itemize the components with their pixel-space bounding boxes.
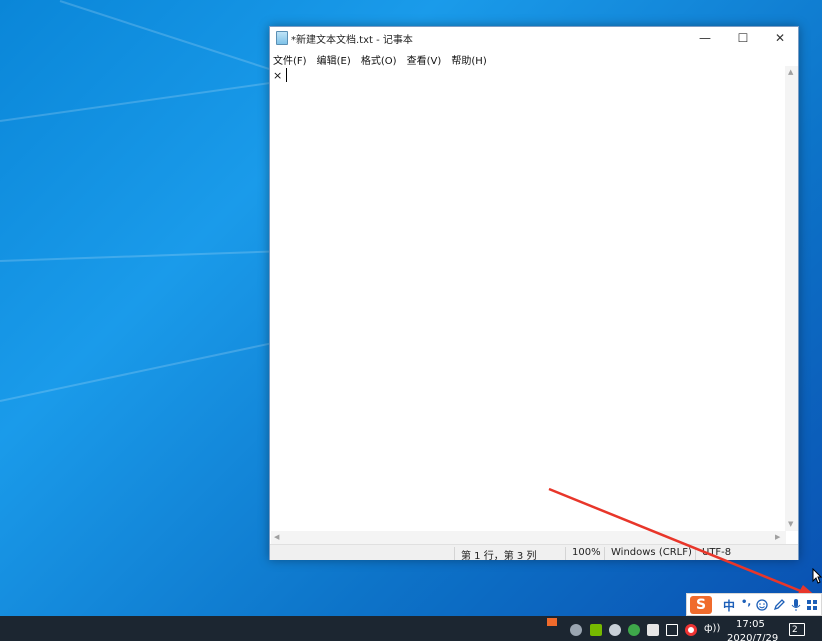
mic-icon[interactable] [791, 598, 801, 612]
notification-count: 2 [792, 625, 798, 635]
ime-punctuation-button[interactable]: •, [741, 597, 751, 608]
ime-toolbar: S 中 •, [686, 593, 822, 616]
ime-mode-button[interactable]: 中 [723, 597, 735, 614]
emoji-icon[interactable] [756, 599, 768, 611]
sogou-logo-icon[interactable]: S [690, 596, 712, 614]
taskbar: ф)) 17:05 2020/7/29 2 [0, 616, 822, 641]
network-icon[interactable] [609, 624, 621, 636]
annotation-arrow [548, 487, 818, 598]
security-icon[interactable] [628, 624, 640, 636]
shield-icon[interactable] [647, 624, 659, 636]
nvidia-icon[interactable] [590, 624, 602, 636]
toolbox-icon[interactable] [807, 600, 818, 611]
pen-icon[interactable] [773, 599, 785, 611]
skype-icon[interactable] [570, 624, 582, 636]
record-icon[interactable] [685, 624, 697, 636]
clock-date[interactable]: 2020/7/29 [727, 633, 778, 641]
display-icon[interactable] [666, 624, 678, 636]
clock-time[interactable]: 17:05 [736, 619, 765, 630]
mouse-cursor-icon [812, 568, 822, 584]
volume-icon[interactable]: ф)) [704, 623, 720, 634]
sogou-icon[interactable] [545, 616, 559, 628]
